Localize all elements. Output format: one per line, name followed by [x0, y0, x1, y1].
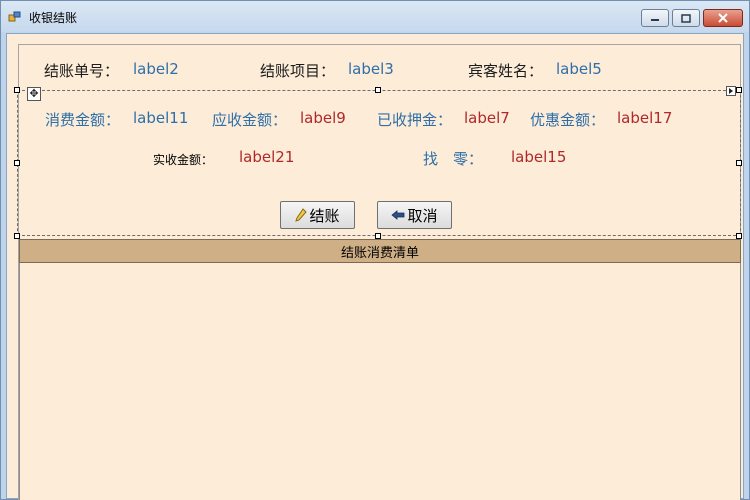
actual-received-value: label21: [239, 148, 295, 166]
consumption-list-title: 结账消费清单: [340, 245, 419, 261]
window-title: 收银结账: [29, 11, 78, 25]
consumption-list-grid[interactable]: [19, 263, 741, 500]
checkout-item-label: 结账项目：: [260, 62, 336, 80]
resize-handle-right[interactable]: [736, 160, 742, 166]
receivable-amount-label: 应收金额：: [212, 111, 288, 129]
checkout-window: 收银结账 结账单号： label2 结账项目： label3 宾客姓名： lab…: [0, 0, 750, 500]
checkout-button-label: 结账: [309, 206, 340, 225]
deposit-value: label7: [464, 109, 510, 127]
minimize-icon: [651, 19, 659, 21]
discount-amount-value: label17: [617, 109, 673, 127]
maximize-icon: [681, 13, 691, 23]
resize-handle-top-left[interactable]: [14, 87, 20, 93]
window-controls: [641, 9, 743, 27]
minimize-button[interactable]: [641, 9, 669, 27]
close-button[interactable]: [703, 9, 743, 27]
close-icon: [718, 13, 728, 23]
checkout-item-value: label3: [348, 60, 394, 78]
smart-tag-icon[interactable]: [726, 86, 736, 96]
actual-received-label: 实收金额：: [153, 153, 214, 167]
cancel-button-label: 取消: [407, 206, 438, 225]
resize-handle-top[interactable]: [375, 87, 381, 93]
undo-arrow-icon: [391, 210, 405, 220]
resize-handle-top-right[interactable]: [736, 87, 742, 93]
maximize-button[interactable]: [672, 9, 700, 27]
change-label: 找 零：: [423, 150, 484, 168]
app-window-icon: [8, 11, 21, 22]
title-bar[interactable]: 收银结账: [1, 1, 749, 33]
change-value: label15: [511, 148, 567, 166]
move-handle-icon[interactable]: ✥: [27, 87, 41, 101]
receivable-amount-value: label9: [300, 109, 346, 127]
consumption-amount-value: label11: [133, 109, 189, 127]
bill-number-label: 结账单号：: [44, 62, 120, 80]
pencil-icon: [295, 208, 308, 222]
resize-handle-left[interactable]: [14, 160, 20, 166]
deposit-label: 已收押金：: [377, 111, 453, 129]
consumption-list-header: 结账消费清单: [19, 239, 741, 263]
discount-amount-label: 优惠金额：: [530, 111, 606, 129]
checkout-button[interactable]: 结账: [280, 201, 355, 229]
consumption-amount-label: 消费金额：: [45, 111, 121, 129]
guest-name-value: label5: [556, 60, 602, 78]
cancel-button[interactable]: 取消: [377, 201, 452, 229]
guest-name-label: 宾客姓名：: [468, 62, 544, 80]
bill-number-value: label2: [133, 60, 179, 78]
form-client-area: 结账单号： label2 结账项目： label3 宾客姓名： label5 ✥…: [6, 33, 744, 500]
